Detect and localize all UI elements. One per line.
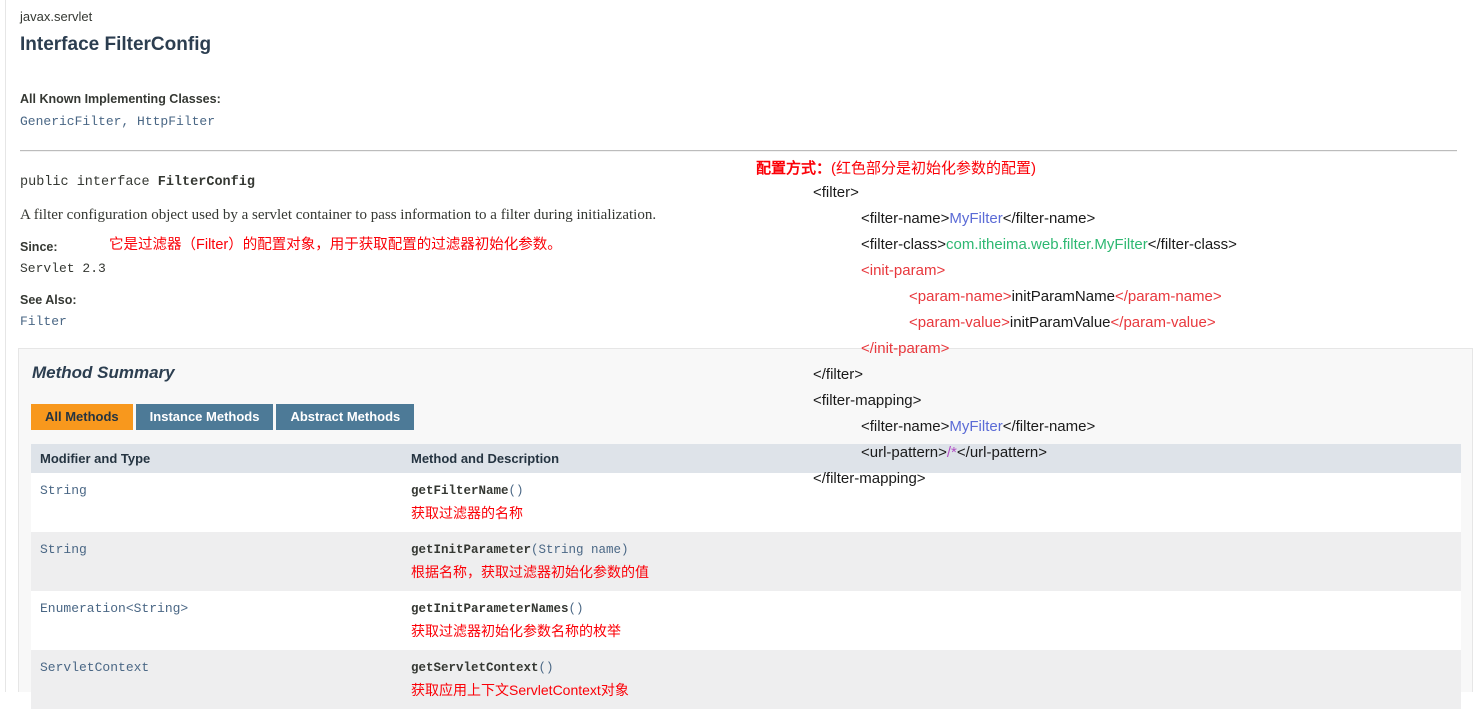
xml-tag-close: </url-pattern> — [957, 444, 1047, 461]
method-return-type[interactable]: String — [40, 483, 87, 498]
method-arguments: () — [569, 602, 584, 616]
xml-tag-open: <filter-name> — [861, 210, 949, 227]
package-name: javax.servlet — [20, 8, 1460, 26]
column-header-modifier-type: Modifier and Type — [31, 444, 402, 473]
xml-tag-open: <url-pattern> — [861, 444, 947, 461]
xml-tag: </filter-mapping> — [813, 470, 926, 487]
xml-config-title: 配置方式：(红色部分是初始化参数的配置) — [756, 158, 1456, 180]
method-name[interactable]: getInitParameterNames — [411, 602, 569, 616]
declaration-modifiers: public interface — [20, 175, 158, 190]
page-title: Interface FilterConfig — [20, 32, 1460, 58]
xml-value: /* — [947, 444, 957, 461]
method-type-cell: String — [31, 473, 402, 532]
interface-description: A filter configuration object used by a … — [20, 205, 720, 225]
method-detail-cell: getInitParameterNames() 获取过滤器初始化参数名称的枚举 — [402, 591, 1461, 650]
declaration-name: FilterConfig — [158, 175, 255, 190]
xml-tag-open: <filter-class> — [861, 236, 946, 253]
xml-value: com.itheima.web.filter.MyFilter — [946, 236, 1148, 253]
xml-config-title-bold: 配置方式： — [756, 160, 831, 177]
method-return-type[interactable]: String — [40, 542, 87, 557]
method-arguments: () — [539, 661, 554, 675]
header-divider — [20, 150, 1457, 152]
xml-tag: </filter> — [813, 366, 863, 383]
xml-line-init-param-close: </init-param> — [756, 336, 1456, 362]
xml-tag-close: </param-name> — [1115, 288, 1222, 305]
xml-line-filter-open: <filter> — [756, 180, 1456, 206]
xml-line-mapping-close: </filter-mapping> — [756, 466, 1456, 492]
method-detail-cell: getServletContext() 获取应用上下文ServletContex… — [402, 650, 1461, 709]
xml-line-filter-class: <filter-class>com.itheima.web.filter.MyF… — [756, 232, 1456, 258]
xml-line-mapping-filter-name: <filter-name>MyFilter</filter-name> — [756, 414, 1456, 440]
xml-tag-close: </filter-class> — [1148, 236, 1237, 253]
method-arguments: (String name) — [531, 543, 629, 557]
method-name[interactable]: getFilterName — [411, 484, 509, 498]
table-row: ServletContext getServletContext() 获取应用上… — [31, 650, 1461, 709]
xml-tag-open: <filter-name> — [861, 418, 949, 435]
xml-value: initParamValue — [1010, 314, 1111, 331]
xml-tag: <filter> — [813, 184, 859, 201]
interface-declaration: public interface FilterConfig — [20, 173, 720, 193]
doc-header: javax.servlet Interface FilterConfig — [20, 8, 1460, 58]
xml-tag-open: <param-value> — [909, 314, 1010, 331]
xml-value: MyFilter — [949, 210, 1002, 227]
tab-abstract-methods[interactable]: Abstract Methods — [276, 404, 414, 430]
page-left-edge — [0, 0, 6, 692]
method-description-note: 获取过滤器的名称 — [411, 503, 1461, 523]
method-type-cell: Enumeration<String> — [31, 591, 402, 650]
table-row: String getInitParameter(String name) 根据名… — [31, 532, 1461, 591]
xml-value: initParamName — [1012, 288, 1115, 305]
xml-line-init-param-open: <init-param> — [756, 258, 1456, 284]
method-signature: getInitParameter(String name) — [411, 541, 1461, 559]
tab-instance-methods[interactable]: Instance Methods — [136, 404, 274, 430]
xml-tag: <init-param> — [861, 262, 945, 279]
xml-tag-open: <param-name> — [909, 288, 1012, 305]
xml-line-filter-name: <filter-name>MyFilter</filter-name> — [756, 206, 1456, 232]
since-annotation-note: 它是过滤器（Filter）的配置对象，用于获取配置的过滤器初始化参数。 — [109, 235, 562, 255]
method-detail-cell: getInitParameter(String name) 根据名称，获取过滤器… — [402, 532, 1461, 591]
xml-tag-close: </filter-name> — [1003, 210, 1096, 227]
method-arguments: () — [509, 484, 524, 498]
xml-value: MyFilter — [949, 418, 1002, 435]
method-return-type[interactable]: ServletContext — [40, 660, 149, 675]
method-signature: getInitParameterNames() — [411, 600, 1461, 618]
xml-tag: </init-param> — [861, 340, 949, 357]
xml-tag-close: </param-value> — [1111, 314, 1216, 331]
table-row: Enumeration<String> getInitParameterName… — [31, 591, 1461, 650]
xml-tag: <filter-mapping> — [813, 392, 921, 409]
xml-line-filter-close: </filter> — [756, 362, 1456, 388]
method-name[interactable]: getInitParameter — [411, 543, 531, 557]
xml-config-annotation: 配置方式：(红色部分是初始化参数的配置) <filter> <filter-na… — [756, 158, 1456, 492]
method-description-note: 根据名称，获取过滤器初始化参数的值 — [411, 562, 1461, 582]
xml-config-title-note: (红色部分是初始化参数的配置) — [831, 160, 1036, 177]
method-return-type[interactable]: Enumeration<String> — [40, 601, 188, 616]
method-type-cell: ServletContext — [31, 650, 402, 709]
method-name[interactable]: getServletContext — [411, 661, 539, 675]
xml-line-param-name: <param-name>initParamName</param-name> — [756, 284, 1456, 310]
xml-line-mapping-open: <filter-mapping> — [756, 388, 1456, 414]
method-signature: getServletContext() — [411, 659, 1461, 677]
method-type-cell: String — [31, 532, 402, 591]
method-description-note: 获取应用上下文ServletContext对象 — [411, 680, 1461, 700]
method-description-note: 获取过滤器初始化参数名称的枚举 — [411, 621, 1461, 641]
implementing-classes-label: All Known Implementing Classes: — [20, 91, 221, 108]
implementing-classes-block: All Known Implementing Classes: GenericF… — [20, 91, 221, 132]
xml-line-url-pattern: <url-pattern>/*</url-pattern> — [756, 440, 1456, 466]
see-also-link[interactable]: Filter — [20, 313, 720, 331]
tab-all-methods[interactable]: All Methods — [31, 404, 133, 430]
xml-line-param-value: <param-value>initParamValue</param-value… — [756, 310, 1456, 336]
xml-tag-close: </filter-name> — [1003, 418, 1096, 435]
implementing-classes-value[interactable]: GenericFilter, HttpFilter — [20, 112, 221, 132]
since-value: Servlet 2.3 — [20, 260, 720, 278]
see-also-label: See Also: — [20, 292, 720, 308]
